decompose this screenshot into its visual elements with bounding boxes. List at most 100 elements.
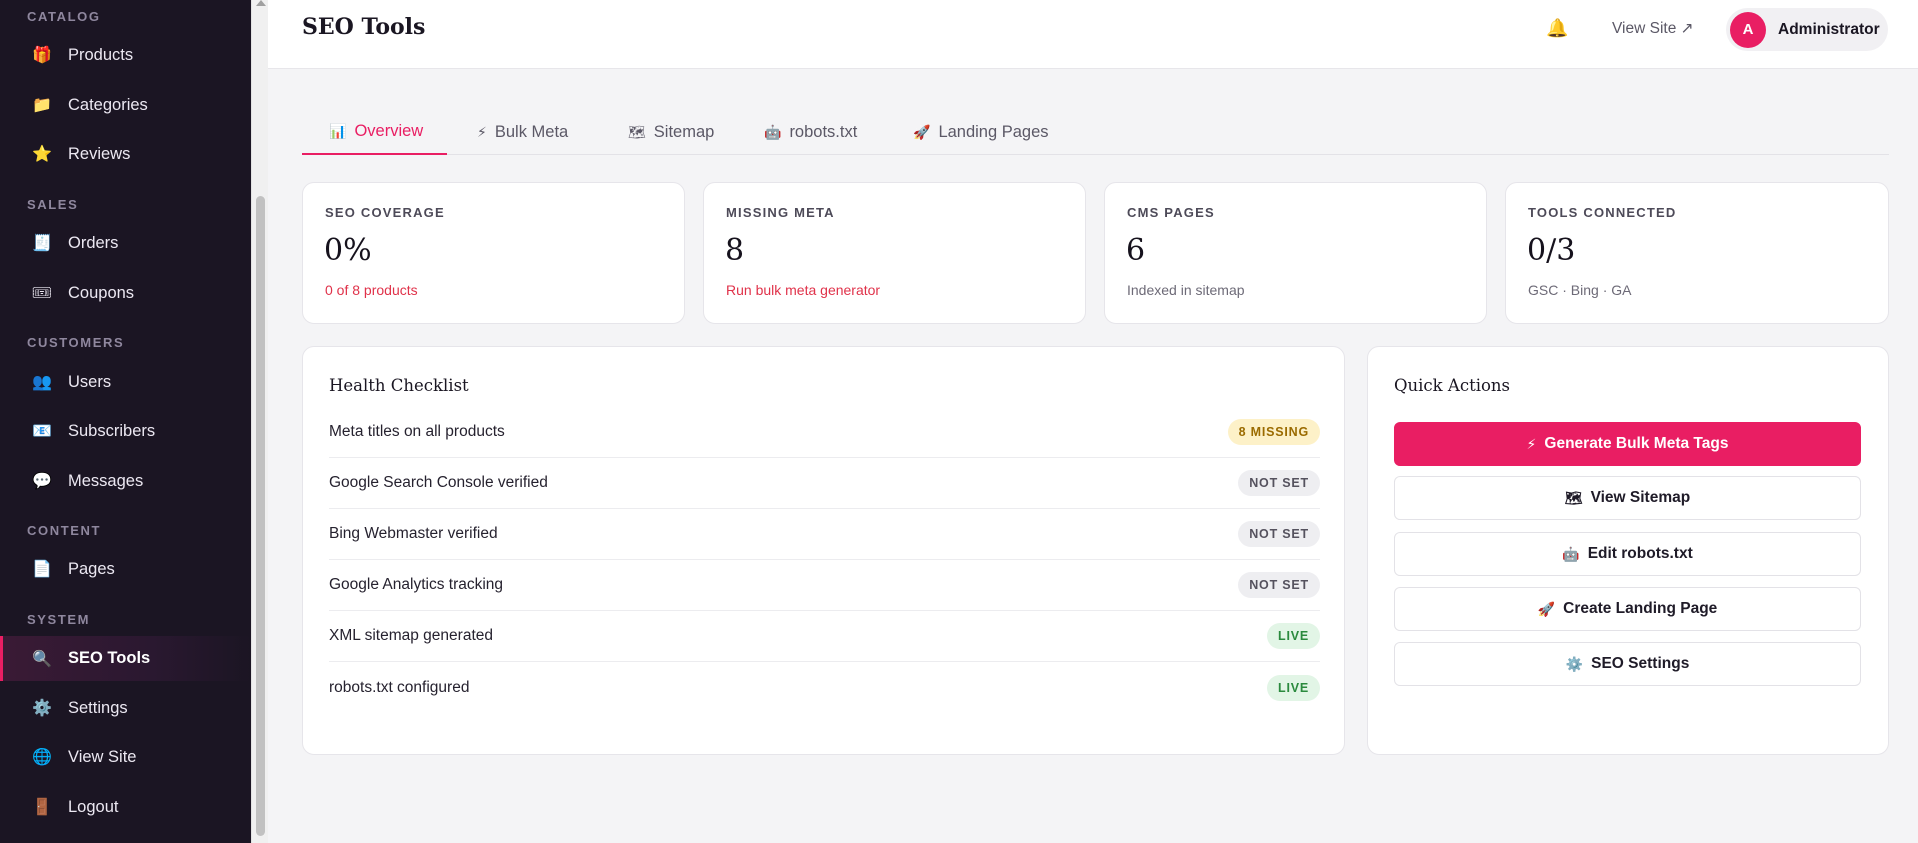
sidebar-item-view-site[interactable]: 🌐 View Site	[0, 735, 251, 779]
section-label-system: SYSTEM	[27, 612, 91, 627]
users-icon: 👥	[32, 374, 52, 391]
tab-bulk-meta[interactable]: ⚡ Bulk Meta	[477, 109, 568, 155]
scroll-up-arrow-icon[interactable]	[256, 0, 266, 6]
lightning-icon: ⚡	[477, 123, 487, 140]
button-label: Create Landing Page	[1563, 600, 1718, 617]
checklist-row: Bing Webmaster verified NOT SET	[329, 509, 1320, 560]
button-label: Generate Bulk Meta Tags	[1544, 435, 1729, 452]
tab-label: Bulk Meta	[494, 122, 569, 141]
status-badge: LIVE	[1267, 623, 1320, 649]
sidebar-item-settings[interactable]: ⚙️ Settings	[0, 686, 251, 730]
page-icon: 📄	[32, 561, 52, 578]
sidebar-item-logout[interactable]: 🚪 Logout	[0, 785, 251, 829]
sidebar-item-label: Subscribers	[68, 421, 156, 440]
folder-icon: 📁	[32, 97, 52, 114]
stat-subtext: Indexed in sitemap	[1127, 282, 1245, 298]
status-badge: NOT SET	[1238, 521, 1320, 547]
section-label-customers: CUSTOMERS	[27, 335, 125, 350]
sidebar-scrollbar[interactable]	[251, 0, 268, 843]
scrollbar-thumb[interactable]	[256, 196, 265, 836]
sidebar-item-users[interactable]: 👥 Users	[0, 360, 251, 404]
checklist-row: Google Analytics tracking NOT SET	[329, 560, 1320, 611]
page-title: SEO Tools	[302, 14, 426, 40]
rocket-icon: 🚀	[913, 123, 931, 140]
view-site-link[interactable]: View Site ↗	[1612, 19, 1694, 38]
sidebar-item-orders[interactable]: 🧾 Orders	[0, 221, 251, 265]
star-icon: ⭐	[32, 146, 52, 163]
section-label-sales: SALES	[27, 197, 79, 212]
stat-label: CMS PAGES	[1127, 205, 1215, 220]
create-landing-page-button[interactable]: 🚀 Create Landing Page	[1394, 587, 1861, 631]
button-label: Edit robots.txt	[1587, 545, 1693, 562]
stat-card-seo-coverage: SEO COVERAGE 0% 0 of 8 products	[302, 182, 685, 324]
view-sitemap-button[interactable]: 🗺 View Sitemap	[1394, 476, 1861, 520]
door-icon: 🚪	[32, 799, 52, 816]
status-badge: LIVE	[1267, 674, 1320, 701]
sidebar-item-label: View Site	[68, 747, 137, 766]
sidebar-item-label: Users	[68, 372, 112, 391]
receipt-icon: 🧾	[32, 235, 52, 252]
user-name: Administrator	[1778, 20, 1880, 38]
sidebar-item-label: Coupons	[68, 283, 135, 302]
sidebar-item-seo-tools[interactable]: 🔍 SEO Tools	[0, 636, 251, 681]
stat-value: 8	[725, 233, 745, 268]
tab-overview[interactable]: 📊 Overview	[302, 109, 448, 155]
envelope-icon: 📧	[32, 423, 52, 440]
stat-subtext: 0 of 8 products	[325, 282, 418, 298]
seo-settings-button[interactable]: ⚙️ SEO Settings	[1394, 642, 1861, 686]
stat-subtext: Run bulk meta generator	[726, 282, 881, 298]
user-menu[interactable]: A Administrator	[1726, 8, 1888, 51]
lightning-icon: ⚡	[1526, 435, 1537, 452]
ticket-icon: 🎟	[31, 285, 53, 302]
tab-label: Landing Pages	[938, 122, 1049, 141]
gear-icon: ⚙️	[32, 700, 52, 717]
stat-card-tools-connected: TOOLS CONNECTED 0/3 GSC · Bing · GA	[1505, 182, 1889, 324]
checklist-row: Google Search Console verified NOT SET	[329, 458, 1320, 509]
stat-label: TOOLS CONNECTED	[1528, 205, 1677, 220]
sidebar-item-pages[interactable]: 📄 Pages	[0, 547, 251, 591]
status-badge: NOT SET	[1238, 470, 1320, 496]
stat-value: 0%	[324, 233, 372, 268]
map-icon: 🗺	[628, 123, 646, 140]
stat-label: SEO COVERAGE	[325, 205, 445, 220]
section-label-content: CONTENT	[27, 523, 102, 538]
sidebar-item-subscribers[interactable]: 📧 Subscribers	[0, 409, 251, 453]
bell-icon[interactable]: 🔔	[1546, 18, 1568, 39]
sidebar-item-label: Messages	[68, 471, 144, 490]
status-badge: NOT SET	[1238, 572, 1320, 598]
checklist-label: Google Analytics tracking	[329, 576, 504, 593]
panel-title: Health Checklist	[329, 376, 469, 395]
sidebar-item-label: SEO Tools	[68, 649, 151, 667]
tab-robots-txt[interactable]: 🤖 robots.txt	[764, 109, 857, 155]
sidebar-item-categories[interactable]: 📁 Categories	[0, 83, 251, 127]
rocket-icon: 🚀	[1537, 600, 1556, 617]
chart-icon: 📊	[329, 122, 347, 139]
checklist-row: XML sitemap generated LIVE	[329, 611, 1320, 662]
sidebar-item-label: Pages	[68, 559, 115, 578]
sidebar-item-label: Orders	[68, 233, 119, 252]
robot-icon: 🤖	[764, 123, 782, 140]
tab-sitemap[interactable]: 🗺 Sitemap	[628, 109, 714, 155]
panel-title: Quick Actions	[1394, 376, 1511, 395]
sidebar-item-reviews[interactable]: ⭐ Reviews	[0, 132, 251, 176]
stat-value: 6	[1126, 233, 1146, 268]
generate-bulk-meta-button[interactable]: ⚡ Generate Bulk Meta Tags	[1394, 422, 1861, 466]
edit-robots-txt-button[interactable]: 🤖 Edit robots.txt	[1394, 532, 1861, 576]
tab-label: robots.txt	[789, 122, 858, 141]
tab-landing-pages[interactable]: 🚀 Landing Pages	[913, 109, 1049, 155]
checklist-row: Meta titles on all products 8 MISSING	[329, 407, 1320, 458]
stat-label: MISSING META	[726, 205, 835, 220]
map-icon: 🗺	[1564, 489, 1583, 506]
sidebar-item-messages[interactable]: 💬 Messages	[0, 459, 251, 503]
checklist-label: XML sitemap generated	[329, 627, 493, 644]
topbar: SEO Tools 🔔 View Site ↗ A Administrator	[268, 0, 1918, 69]
sidebar-item-coupons[interactable]: 🎟 Coupons	[0, 271, 251, 315]
sidebar-item-products[interactable]: 🎁 Products	[0, 33, 251, 77]
magnifier-icon: 🔍	[32, 650, 52, 668]
sidebar-item-label: Settings	[68, 698, 128, 717]
gift-icon: 🎁	[32, 47, 52, 64]
checklist-row: robots.txt configured LIVE	[329, 662, 1320, 713]
stat-value: 0/3	[1527, 233, 1576, 268]
gear-icon: ⚙️	[1565, 655, 1584, 672]
health-checklist-panel: Health Checklist Meta titles on all prod…	[302, 346, 1345, 755]
